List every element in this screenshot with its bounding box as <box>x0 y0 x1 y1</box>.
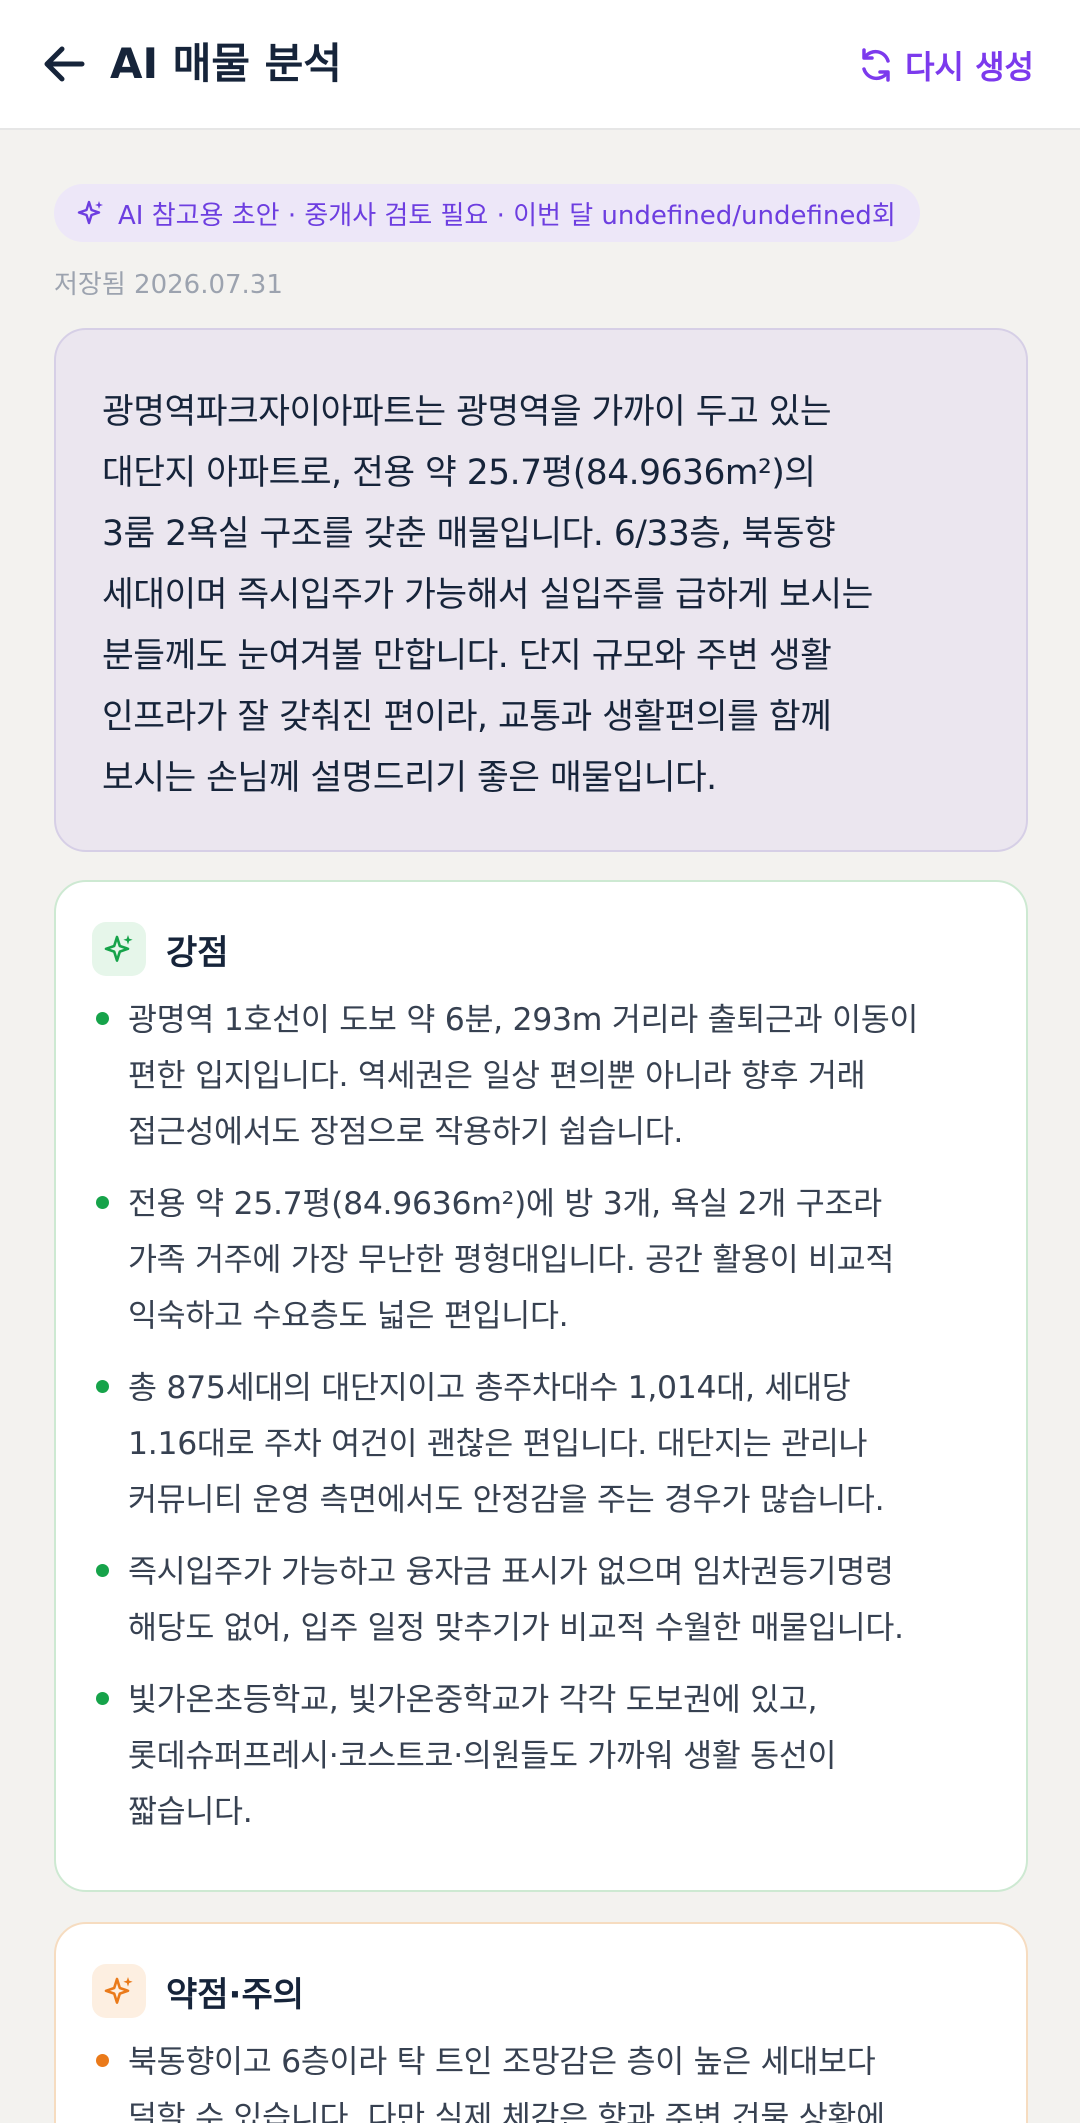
bullet-dot <box>96 1692 109 1705</box>
sparkle-icon <box>77 200 103 225</box>
weaknesses-list: 북동향이고 6층이라 탁 트인 조망감은 층이 높은 세대보다 덜할 수 있습니… <box>92 2034 1012 2123</box>
bullet-dot <box>96 1196 109 1209</box>
bullet-dot <box>96 1564 109 1577</box>
weaknesses-card: 약점·주의 북동향이고 6층이라 탁 트인 조망감은 층이 높은 세대보다 덜할… <box>54 1922 1028 2123</box>
strengths-icon-box <box>92 922 146 976</box>
refresh-icon <box>862 48 890 82</box>
strengths-header: 강점 <box>92 922 229 976</box>
bullet-dot <box>96 2054 109 2067</box>
list-item: 빛가온초등학교, 빛가온중학교가 각각 도보권에 있고, 롯데슈퍼프레시·코스트… <box>92 1672 1012 1840</box>
list-item-text: 총 875세대의 대단지이고 총주차대수 1,014대, 세대당 1.16대로 … <box>128 1370 885 1518</box>
app-header: AI 매물 분석 다시 생성 <box>0 0 1080 130</box>
saved-timestamp: 저장됨 2026.07.31 <box>54 270 283 300</box>
strengths-card: 강점 광명역 1호선이 도보 약 6분, 293m 거리라 출퇴근과 이동이 편… <box>54 880 1028 1892</box>
ai-draft-badge: AI 참고용 초안 · 중개사 검토 필요 · 이번 달 undefined/u… <box>54 184 920 242</box>
bullet-dot <box>96 1012 109 1025</box>
weaknesses-icon-box <box>92 1964 146 2018</box>
strengths-title: 강점 <box>166 932 229 973</box>
list-item-text: 전용 약 25.7평(84.9636m²)에 방 3개, 욕실 2개 구조라 가… <box>128 1186 895 1334</box>
list-item-text: 북동향이고 6층이라 탁 트인 조망감은 층이 높은 세대보다 덜할 수 있습니… <box>128 2044 885 2123</box>
summary-card: 광명역파크자이아파트는 광명역을 가까이 두고 있는 대단지 아파트로, 전용 … <box>54 328 1028 852</box>
summary-text: 광명역파크자이아파트는 광명역을 가까이 두고 있는 대단지 아파트로, 전용 … <box>102 392 873 798</box>
page-title: AI 매물 분석 <box>110 39 342 88</box>
sparkle-icon <box>104 935 133 962</box>
weaknesses-title: 약점·주의 <box>166 1974 305 2015</box>
list-item: 즉시입주가 가능하고 융자금 표시가 없으며 임차권등기명령 해당도 없어, 입… <box>92 1544 1012 1656</box>
arrow-left-icon <box>44 46 85 82</box>
regenerate-label: 다시 생성 <box>905 48 1034 86</box>
strengths-list: 광명역 1호선이 도보 약 6분, 293m 거리라 출퇴근과 이동이 편한 입… <box>92 992 1012 1856</box>
sparkle-icon <box>104 1977 133 2004</box>
regenerate-button[interactable]: 다시 생성 <box>857 40 1034 90</box>
weaknesses-header: 약점·주의 <box>92 1964 304 2018</box>
list-item: 총 875세대의 대단지이고 총주차대수 1,014대, 세대당 1.16대로 … <box>92 1360 1012 1528</box>
ai-draft-badge-text: AI 참고용 초안 · 중개사 검토 필요 · 이번 달 undefined/u… <box>118 200 896 231</box>
list-item: 광명역 1호선이 도보 약 6분, 293m 거리라 출퇴근과 이동이 편한 입… <box>92 992 1012 1160</box>
list-item-text: 빛가온초등학교, 빛가온중학교가 각각 도보권에 있고, 롯데슈퍼프레시·코스트… <box>128 1682 837 1830</box>
list-item-text: 즉시입주가 가능하고 융자금 표시가 없으며 임차권등기명령 해당도 없어, 입… <box>128 1554 904 1646</box>
list-item: 북동향이고 6층이라 탁 트인 조망감은 층이 높은 세대보다 덜할 수 있습니… <box>92 2034 1012 2123</box>
bullet-dot <box>96 1380 109 1393</box>
list-item: 전용 약 25.7평(84.9636m²)에 방 3개, 욕실 2개 구조라 가… <box>92 1176 1012 1344</box>
back-button[interactable] <box>38 38 90 90</box>
list-item-text: 광명역 1호선이 도보 약 6분, 293m 거리라 출퇴근과 이동이 편한 입… <box>128 1002 919 1150</box>
